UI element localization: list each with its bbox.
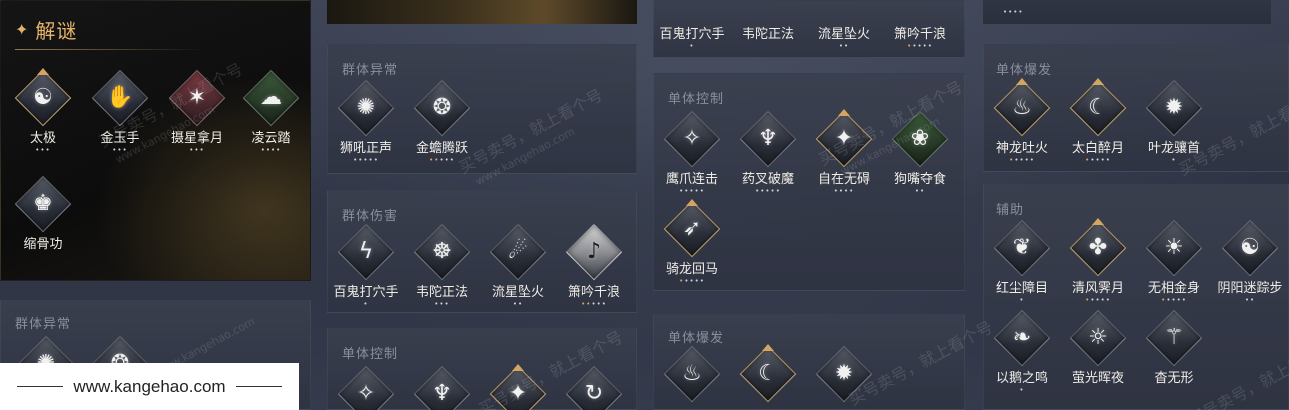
skill-weituo-2[interactable]: 韦陀正法 (730, 21, 806, 42)
wind-icon: ✤ (1088, 235, 1108, 260)
col3-top-strip: •••• (983, 0, 1271, 24)
skill-yingzhao[interactable]: ✧ 鹰爪连击 ••••• (654, 110, 730, 195)
skill-taibai[interactable]: ☾ 太白醉月 ••••• (1060, 78, 1136, 164)
dog-icon: ❀ (910, 126, 930, 151)
skill-taiji[interactable]: ☯ 太极 ••• (5, 68, 81, 154)
skill-jinchan[interactable]: ❂ 金蟾腾跃 ••••• (404, 79, 480, 164)
dust-icon: ❦ (1012, 235, 1032, 260)
dragon-ride-icon: ➶ (682, 216, 702, 241)
skill-yinyang[interactable]: ☯ 阴阳迷踪步 •• (1212, 219, 1288, 304)
skill-shenlong[interactable]: ♨ 神龙吐火 ••••• (984, 78, 1060, 164)
free-icon: ✦ (508, 381, 528, 406)
site-url: www.kangehao.com (73, 376, 226, 396)
skill-lingyuntai[interactable]: ☁ 凌云踏 •••• (233, 69, 309, 154)
strike-icon: ϟ (358, 239, 374, 264)
fire-breath-icon: ♨ (1012, 95, 1032, 120)
demon-icon: ♆ (432, 381, 452, 406)
sparkle-icon: ✦ (15, 20, 30, 39)
hand-icon: ✋ (106, 85, 134, 110)
yinyang-icon: ☯ (1240, 235, 1260, 260)
taiji-icon: ☯ (33, 85, 53, 110)
col2-burst-panel: 单体爆发 ♨ ☾ ✹ (653, 314, 965, 410)
firefly-icon: ☼ (1088, 325, 1108, 350)
flute-icon: ♪ (586, 239, 602, 264)
star-grab-icon: ✶ (187, 85, 207, 110)
col3-support-panel: 辅助 ❦ 红尘障目 • ✤ 清风霁月 ••••• ☀ 无相金身 ••••• ☯ … (983, 184, 1289, 410)
skill-jinyushou[interactable]: ✋ 金玉手 ••• (82, 69, 158, 154)
skill-xiaoyin[interactable]: ♪ 箫吟千浪 ••••• (556, 223, 632, 308)
skill-baigui[interactable]: ϟ 百鬼打穴手 • (328, 223, 404, 308)
skill-shexing[interactable]: ✶ 摄星拿月 ••• (159, 69, 235, 154)
drunk-moon-icon: ☾ (758, 361, 778, 386)
skill-liuxing[interactable]: ☄ 流星坠火 •• (480, 223, 556, 308)
title-divider (15, 49, 205, 50)
gold-banner (327, 0, 637, 24)
stealth-icon: ⚚ (1164, 325, 1184, 350)
free-icon: ✦ (834, 126, 854, 151)
skill-zizai[interactable]: ✦ 自在无碍 •••• (806, 109, 882, 195)
skill-liuxing-2[interactable]: 流星坠火 •• (806, 21, 882, 50)
skill-yie[interactable]: ❧ 以鹅之鸣 • (984, 309, 1060, 394)
claw-icon: ✧ (682, 126, 702, 151)
skill-yingguang[interactable]: ☼ 萤光晖夜 (1060, 309, 1136, 386)
skill-baigui-2[interactable]: 百鬼打穴手 • (654, 21, 730, 50)
site-url-banner: www.kangehao.com (0, 363, 299, 410)
puzzle-title-text: 解谜 (35, 19, 78, 43)
col1-abnormal-panel: 群体异常 ✺ 狮吼正声 ••••• ❂ 金蟾腾跃 ••••• (327, 44, 637, 174)
col2-control-panel: 单体控制 ✧ 鹰爪连击 ••••• ♆ 药叉破魔 ••••• ✦ 自在无碍 ••… (653, 73, 965, 291)
col3-burst-panel: 单体爆发 ♨ 神龙吐火 ••••• ☾ 太白醉月 ••••• ✹ 叶龙骧首 • (983, 44, 1289, 172)
skill-goushi[interactable]: ❀ 狗嘴夺食 •• (882, 110, 958, 195)
skill-qingfeng[interactable]: ✤ 清风霁月 ••••• (1060, 218, 1136, 304)
drunk-moon-icon: ☾ (1088, 95, 1108, 120)
staff-icon: ☸ (432, 239, 452, 264)
skill-shihou[interactable]: ✺ 狮吼正声 ••••• (328, 79, 404, 164)
skill-hongchen[interactable]: ❦ 红尘障目 • (984, 219, 1060, 304)
dragon-head-icon: ✹ (1164, 95, 1184, 120)
goose-icon: ❧ (1012, 325, 1032, 350)
golden-body-icon: ☀ (1164, 235, 1184, 260)
dragon-head-icon: ✹ (834, 361, 854, 386)
puzzle-panel: ✦ 解谜 ☯ 太极 ••• ✋ 金玉手 ••• ✶ 摄星拿月 ••• ☁ 凌云踏… (0, 0, 311, 281)
skill-qilong[interactable]: ➶ 骑龙回马 ••••• (654, 199, 730, 285)
puzzle-title: ✦ 解谜 (15, 15, 77, 44)
skill-yelong[interactable]: ✹ 叶龙骧首 • (1136, 79, 1212, 164)
skill-yaowuxing[interactable]: ⚚ 杳无形 (1136, 309, 1212, 386)
meteor-icon: ☄ (508, 239, 528, 264)
col1-control-panel: 单体控制 ✧ ♆ ✦ ↻ (327, 328, 637, 410)
shrink-icon: ♚ (33, 191, 53, 216)
skill-wuxiang[interactable]: ☀ 无相金身 ••••• (1136, 219, 1212, 304)
swirl-icon: ↻ (584, 381, 604, 406)
skill-weituo[interactable]: ☸ 韦陀正法 ••• (404, 223, 480, 308)
skill-yaocha[interactable]: ♆ 药叉破魔 ••••• (730, 110, 806, 195)
skill-suogugong[interactable]: ♚ 缩骨功 (5, 175, 81, 252)
roar-icon: ✺ (356, 95, 376, 120)
toad-icon: ❂ (432, 95, 452, 120)
col2-top-panel: 百鬼打穴手 • 韦陀正法 流星坠火 •• 箫吟千浪 ••••• (653, 0, 965, 58)
cloud-step-icon: ☁ (260, 85, 282, 110)
col1-damage-panel: 群体伤害 ϟ 百鬼打穴手 • ☸ 韦陀正法 ••• ☄ 流星坠火 •• ♪ 箫吟… (327, 190, 637, 313)
skill-xiaoyin-2[interactable]: 箫吟千浪 ••••• (882, 21, 958, 50)
claw-icon: ✧ (356, 381, 376, 406)
fire-breath-icon: ♨ (682, 361, 702, 386)
demon-icon: ♆ (758, 126, 778, 151)
